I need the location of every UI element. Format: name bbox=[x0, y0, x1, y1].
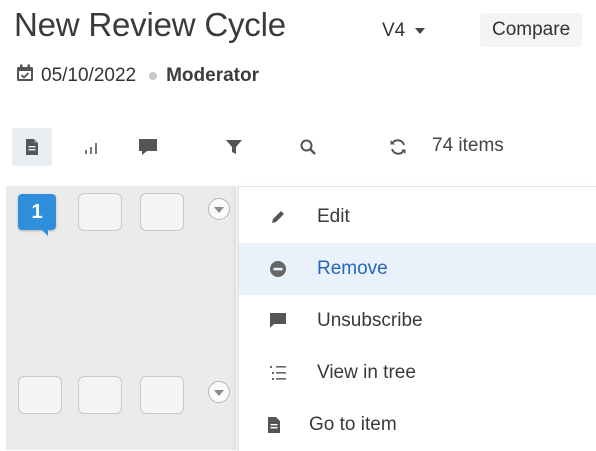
filter-icon bbox=[225, 138, 243, 156]
menu-item-edit[interactable]: Edit bbox=[239, 191, 596, 243]
grid-cell[interactable] bbox=[140, 376, 184, 414]
compare-label: Compare bbox=[492, 19, 571, 40]
grid-cell[interactable] bbox=[140, 193, 184, 231]
comment-icon bbox=[138, 138, 158, 156]
item-number-badge[interactable]: 1 bbox=[18, 194, 56, 236]
menu-item-unsubscribe[interactable]: Unsubscribe bbox=[239, 295, 596, 347]
tree-list-icon bbox=[239, 364, 317, 382]
bar-chart-icon bbox=[82, 139, 102, 155]
chart-view-button[interactable] bbox=[72, 128, 112, 166]
chevron-down-icon bbox=[415, 28, 426, 34]
menu-item-label: View in tree bbox=[317, 362, 416, 383]
pencil-icon bbox=[239, 208, 317, 226]
refresh-icon bbox=[388, 137, 408, 157]
grid-cell[interactable] bbox=[78, 376, 122, 414]
search-button[interactable] bbox=[288, 128, 328, 166]
document-icon bbox=[239, 416, 309, 434]
document-icon bbox=[25, 138, 39, 156]
separator-dot bbox=[149, 72, 158, 80]
filter-button[interactable] bbox=[214, 128, 254, 166]
menu-item-go-to-item[interactable]: Go to item bbox=[239, 399, 596, 451]
menu-item-label: Unsubscribe bbox=[317, 310, 423, 331]
page-title: New Review Cycle bbox=[14, 6, 286, 43]
grid-cell[interactable] bbox=[78, 193, 122, 231]
grid-cell[interactable] bbox=[18, 376, 62, 414]
review-grid: 1 bbox=[6, 186, 236, 450]
compare-button[interactable]: Compare bbox=[480, 13, 583, 47]
cycle-meta: 05/10/2022 Moderator bbox=[16, 64, 259, 88]
version-dropdown[interactable]: V4 bbox=[370, 17, 437, 45]
context-menu: Edit Remove Unsubscribe View in tree Go … bbox=[238, 186, 596, 451]
menu-item-label: Remove bbox=[317, 258, 388, 279]
row-menu-button[interactable] bbox=[208, 198, 230, 220]
search-icon bbox=[299, 138, 317, 156]
flag-icon bbox=[239, 312, 317, 330]
minus-circle-icon bbox=[239, 259, 317, 279]
chevron-down-icon bbox=[214, 383, 224, 401]
row-menu-button[interactable] bbox=[208, 381, 230, 403]
menu-item-label: Edit bbox=[317, 206, 350, 227]
menu-item-remove[interactable]: Remove bbox=[239, 243, 596, 295]
user-role: Moderator bbox=[166, 65, 259, 86]
chevron-down-icon bbox=[214, 200, 224, 218]
cycle-date: 05/10/2022 bbox=[41, 65, 137, 86]
badge-number: 1 bbox=[31, 200, 43, 223]
comments-button[interactable] bbox=[128, 128, 168, 166]
version-label: V4 bbox=[382, 20, 406, 41]
menu-item-view-in-tree[interactable]: View in tree bbox=[239, 347, 596, 399]
items-count: 74 items bbox=[432, 135, 504, 156]
menu-item-label: Go to item bbox=[309, 414, 397, 435]
document-view-button[interactable] bbox=[12, 128, 52, 166]
calendar-icon bbox=[16, 64, 34, 88]
refresh-button[interactable] bbox=[378, 128, 418, 166]
